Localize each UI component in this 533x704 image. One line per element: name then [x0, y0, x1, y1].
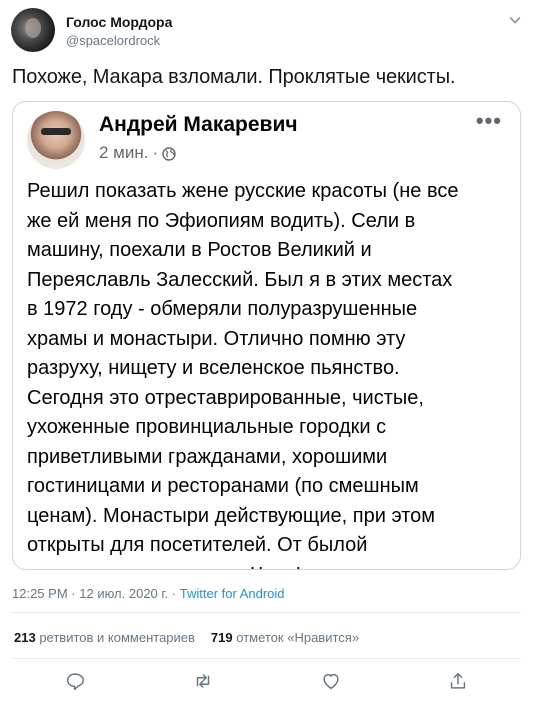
post-body-line: депрессии нет и следа. Чудо!	[27, 561, 512, 570]
retweets-stat[interactable]: 213 ретвитов и комментариев	[14, 630, 195, 645]
post-body-line: ухоженные провинциальные городки с	[27, 416, 387, 438]
post-body-line: ценам). Монастыри действующие, при этом	[27, 504, 436, 527]
tweet-actions	[0, 670, 533, 696]
author-name[interactable]: Голос Мордора	[66, 14, 172, 30]
post-meta: 2 мин. ·	[99, 143, 176, 163]
post-meta-dot: ·	[152, 143, 159, 162]
divider	[12, 612, 521, 613]
post-author-avatar	[27, 111, 85, 169]
post-author-name: Андрей Макаревич	[99, 113, 298, 136]
post-body-line: открыты для посетителей. От былой	[27, 534, 368, 556]
share-icon[interactable]	[447, 670, 469, 692]
post-body-line: в 1972 году - обмеряли полуразрушенные	[27, 298, 418, 320]
post-body-line: гостиницами и ресторанами (по смешным	[27, 475, 419, 497]
avatar[interactable]	[11, 8, 55, 52]
tweet-stats: 213 ретвитов и комментариев 719 отметок «…	[14, 630, 359, 645]
heart-icon[interactable]	[320, 670, 342, 692]
post-body-line: разруху, нищету и вселенское пьянство.	[27, 357, 400, 379]
more-options-icon: •••	[475, 108, 502, 133]
tweet-timestamp: 12:25 PM · 12 июл. 2020 г. · Twitter for…	[12, 586, 285, 601]
post-body-line: Переяславль Залесский. Был я в этих мест…	[27, 268, 453, 291]
post-body-line: же ей меня по Эфиопиям водить). Сели в	[27, 209, 416, 232]
tweet-time[interactable]: 12:25 PM	[12, 586, 68, 601]
post-body-line: храмы и монастыри. Отлично помню эту	[27, 327, 406, 350]
tweet-text: Похоже, Макара взломали. Проклятые чекис…	[12, 66, 456, 88]
chevron-down-icon[interactable]	[507, 12, 523, 28]
tweet-source-link[interactable]: Twitter for Android	[180, 586, 285, 601]
likes-count: 719	[210, 630, 233, 645]
post-body-line: машину, поехали в Ростов Великий и	[27, 239, 372, 261]
timestamp-separator: ·	[71, 586, 76, 601]
retweets-count: 213	[14, 630, 36, 645]
tweet-header: Голос Мордора @spacelordrock	[11, 8, 523, 54]
likes-label: отметок «Нравится»	[236, 630, 360, 645]
timestamp-separator: ·	[171, 586, 177, 601]
author-handle[interactable]: @spacelordrock	[66, 33, 160, 48]
retweet-icon[interactable]	[192, 670, 214, 692]
post-body-line: Решил показать жене русские красоты (не …	[27, 180, 459, 202]
post-body-line: приветливыми гражданами, хорошими	[27, 445, 388, 468]
embedded-image-card[interactable]: Андрей Макаревич 2 мин. · ••• Решил пока…	[12, 101, 521, 570]
divider	[12, 658, 521, 659]
post-body-line: Сегодня это отреставрированные, чистые,	[27, 386, 424, 409]
tweet-date[interactable]: 12 июл. 2020 г.	[79, 586, 168, 601]
post-body: Решил показать жене русские красоты (не …	[27, 177, 512, 570]
post-time: 2 мин.	[99, 143, 149, 162]
reply-icon[interactable]	[64, 670, 86, 692]
retweets-label: ретвитов и комментариев	[39, 630, 195, 645]
likes-stat[interactable]: 719 отметок «Нравится»	[211, 630, 359, 645]
globe-icon	[162, 146, 176, 161]
